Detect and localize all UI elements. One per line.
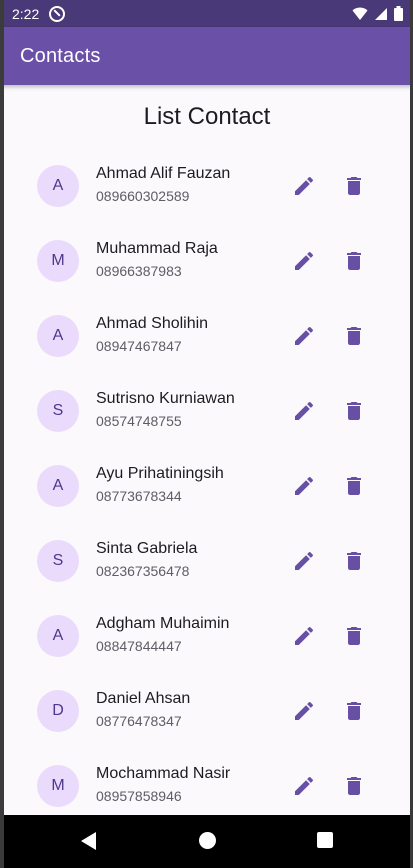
status-time: 2:22 bbox=[12, 5, 40, 22]
trash-icon[interactable] bbox=[342, 624, 366, 648]
app-bar: Contacts bbox=[0, 27, 413, 85]
contact-phone: 08574748755 bbox=[96, 413, 182, 429]
contact-name: Adgham Muhaimin bbox=[96, 615, 230, 632]
system-navigation-bar bbox=[0, 815, 413, 868]
avatar: A bbox=[37, 465, 79, 507]
list-item[interactable]: A Ahmad Alif Fauzan 089660302589 bbox=[4, 147, 410, 222]
list-item[interactable]: M Mochammad Nasir 08957858946 bbox=[4, 747, 410, 822]
device-screen: 2:22 Contacts List Contact A Ahmad Alif … bbox=[0, 0, 413, 868]
trash-icon[interactable] bbox=[342, 549, 366, 573]
device-frame-left bbox=[0, 0, 4, 868]
trash-icon[interactable] bbox=[342, 774, 366, 798]
home-icon[interactable] bbox=[199, 832, 216, 849]
status-indicators bbox=[352, 6, 403, 21]
contact-phone: 08947467847 bbox=[96, 338, 182, 354]
main-content: List Contact A Ahmad Alif Fauzan 0896603… bbox=[4, 85, 410, 815]
list-item[interactable]: D Daniel Ahsan 08776478347 bbox=[4, 672, 410, 747]
list-item[interactable]: S Sutrisno Kurniawan 08574748755 bbox=[4, 372, 410, 447]
avatar: M bbox=[37, 765, 79, 807]
contact-phone: 08847844447 bbox=[96, 638, 182, 654]
avatar: M bbox=[37, 240, 79, 282]
avatar: A bbox=[37, 165, 79, 207]
contact-phone: 089660302589 bbox=[96, 188, 190, 204]
list-item[interactable]: A Adgham Muhaimin 08847844447 bbox=[4, 597, 410, 672]
contact-phone: 08957858946 bbox=[96, 788, 182, 804]
contact-name: Muhammad Raja bbox=[96, 240, 218, 257]
battery-icon bbox=[394, 6, 403, 21]
back-icon[interactable] bbox=[80, 831, 98, 851]
pencil-icon[interactable] bbox=[292, 549, 316, 573]
avatar: S bbox=[37, 540, 79, 582]
status-bar: 2:22 bbox=[0, 0, 413, 27]
page-title: List Contact bbox=[143, 103, 271, 130]
signal-icon bbox=[375, 7, 387, 20]
contact-phone: 08773678344 bbox=[96, 488, 182, 504]
list-item[interactable]: A Ayu Prihatiningsih 08773678344 bbox=[4, 447, 410, 522]
contact-name: Ayu Prihatiningsih bbox=[96, 465, 224, 482]
wifi-icon bbox=[352, 7, 368, 20]
pencil-icon[interactable] bbox=[292, 474, 316, 498]
contact-name: Daniel Ahsan bbox=[96, 690, 191, 707]
avatar: A bbox=[37, 615, 79, 657]
pencil-icon[interactable] bbox=[292, 399, 316, 423]
contact-phone: 08966387983 bbox=[96, 263, 182, 279]
list-item[interactable]: A Ahmad Sholihin 08947467847 bbox=[4, 297, 410, 372]
trash-icon[interactable] bbox=[342, 174, 366, 198]
contact-name: Sutrisno Kurniawan bbox=[96, 390, 235, 407]
trash-icon[interactable] bbox=[342, 474, 366, 498]
pencil-icon[interactable] bbox=[292, 249, 316, 273]
pencil-icon[interactable] bbox=[292, 624, 316, 648]
pencil-icon[interactable] bbox=[292, 174, 316, 198]
trash-icon[interactable] bbox=[342, 699, 366, 723]
recents-icon[interactable] bbox=[317, 832, 333, 848]
do-not-disturb-icon bbox=[49, 5, 66, 22]
pencil-icon[interactable] bbox=[292, 324, 316, 348]
trash-icon[interactable] bbox=[342, 324, 366, 348]
list-item[interactable]: M Muhammad Raja 08966387983 bbox=[4, 222, 410, 297]
contact-name: Mochammad Nasir bbox=[96, 765, 231, 782]
contact-name: Ahmad Sholihin bbox=[96, 315, 209, 332]
contact-phone: 082367356478 bbox=[96, 563, 190, 579]
contact-phone: 08776478347 bbox=[96, 713, 182, 729]
contact-name: Ahmad Alif Fauzan bbox=[96, 165, 231, 182]
contact-list: A Ahmad Alif Fauzan 089660302589 M Muham… bbox=[4, 147, 410, 822]
app-title: Contacts bbox=[20, 44, 101, 67]
trash-icon[interactable] bbox=[342, 249, 366, 273]
pencil-icon[interactable] bbox=[292, 774, 316, 798]
avatar: A bbox=[37, 315, 79, 357]
avatar: D bbox=[37, 690, 79, 732]
contact-name: Sinta Gabriela bbox=[96, 540, 198, 557]
pencil-icon[interactable] bbox=[292, 699, 316, 723]
trash-icon[interactable] bbox=[342, 399, 366, 423]
avatar: S bbox=[37, 390, 79, 432]
list-item[interactable]: S Sinta Gabriela 082367356478 bbox=[4, 522, 410, 597]
